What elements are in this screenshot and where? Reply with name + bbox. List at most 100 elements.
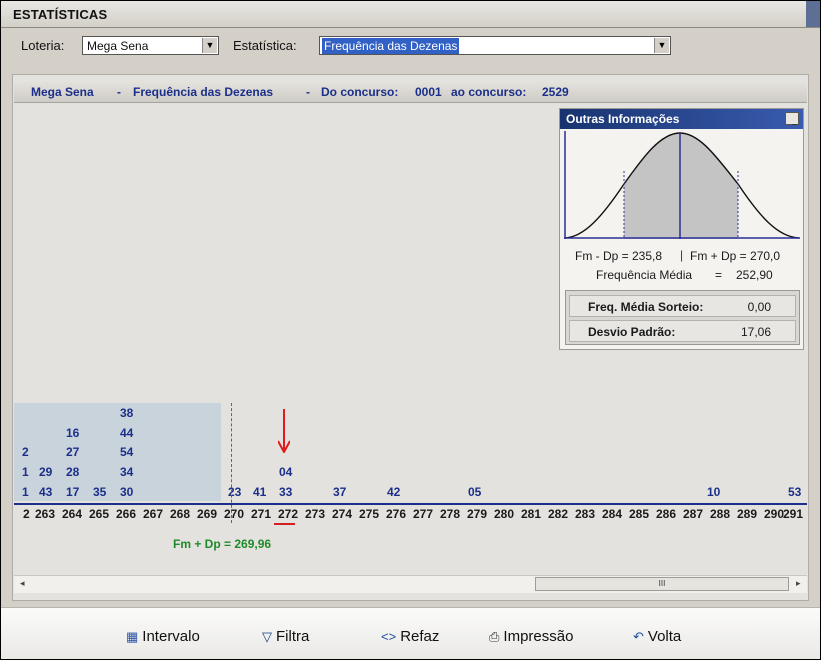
dezena-label: 27 [66, 445, 80, 459]
intervalo-label: Intervalo [142, 628, 200, 645]
frequency-axis-line [14, 503, 807, 505]
back-icon: ↶ [633, 629, 644, 644]
scroll-right-icon[interactable]: ▸ [796, 578, 801, 589]
chevron-down-icon[interactable]: ▼ [654, 38, 669, 53]
chevron-down-icon[interactable]: ▼ [202, 38, 217, 53]
dezena-label: 34 [120, 465, 134, 479]
dezena-label: 43 [39, 485, 53, 499]
axis-tick-label: 286 [656, 507, 677, 521]
dezena-label: 28 [66, 465, 80, 479]
axis-tick-label: 280 [494, 507, 515, 521]
axis-tick-label: 279 [467, 507, 488, 521]
refaz-button[interactable]: <> Refaz [381, 628, 439, 645]
freq-media-value: 252,90 [736, 268, 773, 282]
refaz-label: Refaz [400, 628, 440, 645]
dezena-label: 1 [22, 465, 29, 479]
redo-icon: <> [381, 629, 397, 644]
fm-minus-dp-label: Fm - Dp = 235,8 [575, 249, 663, 263]
volta-button[interactable]: ↶ Volta [633, 628, 681, 645]
header-lottery: Mega Sena [31, 85, 94, 99]
selector-row: Loteria: Mega Sena ▼ Estatística: Frequê… [1, 28, 820, 62]
axis-tick-label: 269 [197, 507, 218, 521]
axis-tick-label: 268 [170, 507, 191, 521]
printer-icon: ⎙ [489, 629, 500, 644]
axis-tick-label: 274 [332, 507, 353, 521]
header-to-value: 2529 [542, 85, 569, 99]
outras-informacoes-box: Outras Informações _ Fm - Dp = 235,8 | F… [559, 108, 804, 350]
axis-tick-label: 2 [23, 507, 30, 521]
estatistica-label: Estatística: [233, 38, 297, 53]
dezena-label: 54 [120, 445, 134, 459]
desvio-padrao-value: 17,06 [740, 325, 771, 339]
scrollbar-thumb[interactable]: III [535, 577, 789, 591]
dezena-label: 1 [22, 485, 29, 499]
intervalo-icon: ▦ [126, 629, 139, 644]
axis-tick-label: 278 [440, 507, 461, 521]
stats-box: Freq. Média Sorteio: 0,00 Desvio Padrão:… [565, 290, 800, 345]
axis-tick-label: 270 [224, 507, 245, 521]
scroll-left-icon[interactable]: ◂ [20, 578, 25, 589]
axis-tick-label: 285 [629, 507, 650, 521]
horizontal-scrollbar[interactable]: ◂ III ▸ [14, 575, 807, 593]
dezena-label: 37 [333, 485, 347, 499]
fm-plus-dp-marker-line [231, 403, 232, 523]
freq-media-sorteio-value: 0,00 [747, 300, 771, 314]
axis-tick-label: 283 [575, 507, 596, 521]
highlight-underline [274, 523, 295, 525]
dezena-label: 17 [66, 485, 80, 499]
header-from-label: Do concurso: [321, 85, 399, 99]
window-title: ESTATÍSTICAS [13, 7, 108, 22]
fm-plus-dp-marker-label: Fm + Dp = 269,96 [173, 537, 272, 551]
axis-tick-label-highlighted: 272 [278, 507, 299, 521]
axis-tick-label: 290 [764, 507, 785, 521]
dezena-label: 53 [788, 485, 802, 499]
fm-plus-dp-label: Fm + Dp = 270,0 [690, 249, 781, 263]
freq-media-sorteio-label: Freq. Média Sorteio: [588, 300, 704, 314]
dezena-label: 44 [120, 426, 134, 440]
freq-media-equals: = [715, 268, 723, 282]
normal-curve-chart [564, 131, 800, 239]
loteria-label: Loteria: [21, 38, 65, 53]
axis-tick-label: 273 [305, 507, 326, 521]
intervalo-button[interactable]: ▦ Intervalo [126, 628, 200, 645]
dezena-label: 35 [93, 485, 107, 499]
dezena-label: 30 [120, 485, 134, 499]
dezena-label: 38 [120, 406, 134, 420]
header-sep-2: - [306, 85, 310, 99]
freq-media-label: Frequência Média [596, 268, 693, 282]
axis-tick-label: 277 [413, 507, 434, 521]
axis-tick-label: 289 [737, 507, 758, 521]
axis-tick-label: 287 [683, 507, 704, 521]
estatistica-select-value: Frequência das Dezenas [322, 38, 460, 54]
axis-tick-label: 264 [62, 507, 83, 521]
loteria-select[interactable]: Mega Sena ▼ [82, 36, 219, 55]
bottom-toolbar: ▦ Intervalo ▽ Filtra <> Refaz ⎙ Impressão ↶ V… [1, 607, 820, 659]
minimize-button[interactable]: _ [785, 112, 799, 126]
volta-label: Volta [647, 628, 682, 645]
freq-media-sorteio-row: Freq. Média Sorteio: 0,00 [569, 295, 796, 317]
title-bar: ESTATÍSTICAS [1, 1, 820, 28]
axis-tick-label: 263 [35, 507, 56, 521]
axis-tick-label: 267 [143, 507, 164, 521]
filtra-button[interactable]: ▽ Filtra [262, 628, 309, 645]
axis-tick-label: 282 [548, 507, 569, 521]
header-stat: Frequência das Dezenas [133, 85, 274, 99]
axis-tick-label: 275 [359, 507, 380, 521]
red-arrow-down-icon [278, 409, 290, 453]
outras-informacoes-title: Outras Informações [566, 112, 680, 126]
estatistica-select[interactable]: Frequência das Dezenas ▼ [319, 36, 671, 55]
outras-informacoes-title-bar: Outras Informações _ [560, 109, 803, 129]
separator-bar: | [680, 248, 684, 262]
minimize-icon: _ [792, 116, 798, 126]
axis-tick-label: 291 [783, 507, 804, 521]
header-to-label: ao concurso: [451, 85, 527, 99]
axis-tick-label: 265 [89, 507, 110, 521]
desvio-padrao-label: Desvio Padrão: [588, 325, 676, 339]
axis-tick-label: 288 [710, 507, 731, 521]
dezena-label: 10 [707, 485, 721, 499]
axis-tick-label: 271 [251, 507, 272, 521]
title-bar-edge [806, 1, 820, 27]
impressao-button[interactable]: ⎙ Impressão [489, 628, 573, 645]
dezena-label: 16 [66, 426, 80, 440]
dezena-label: 05 [468, 485, 482, 499]
